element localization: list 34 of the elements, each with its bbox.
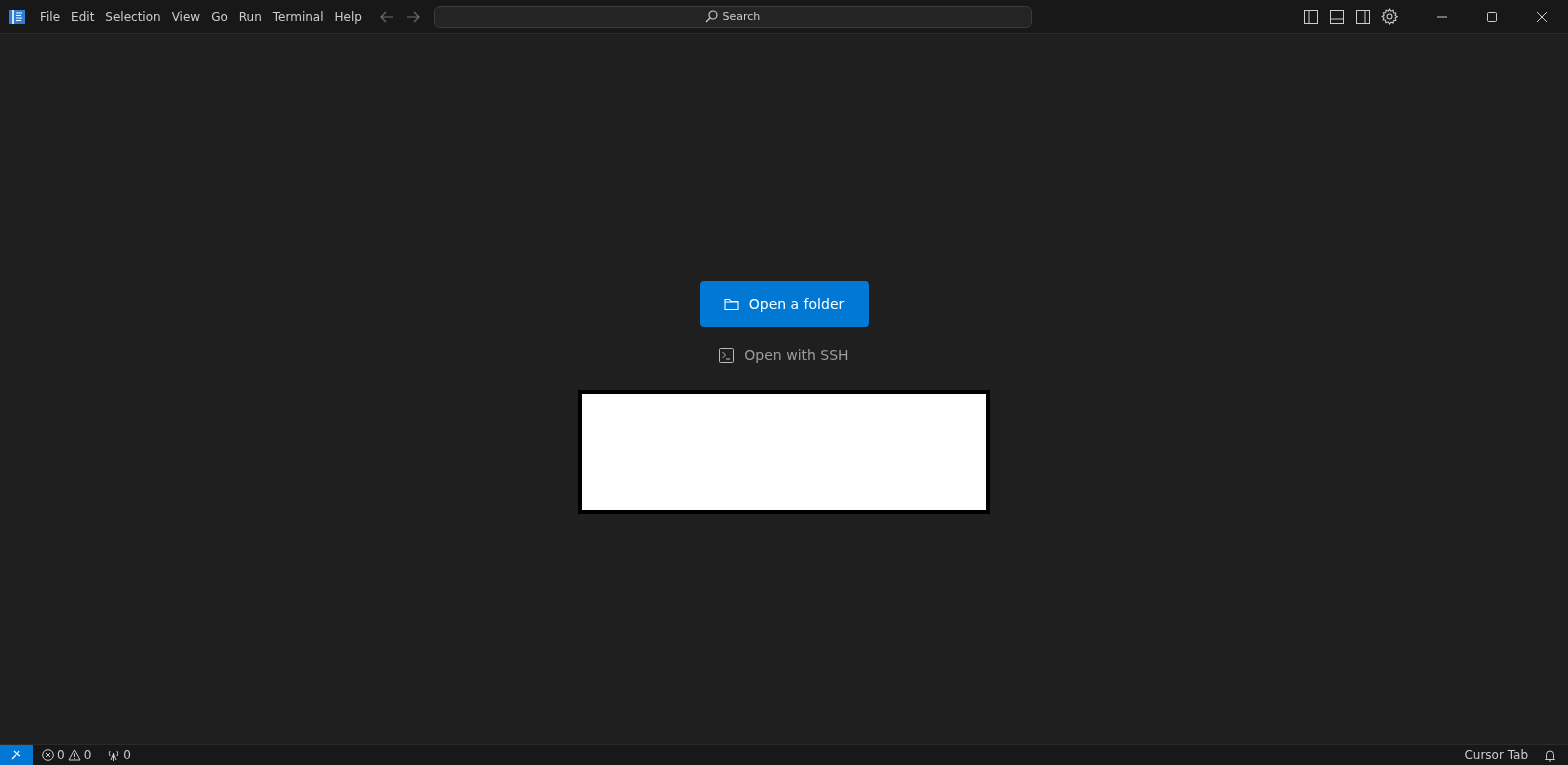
terminal-icon [719, 347, 735, 363]
menu-item[interactable]: Help [329, 5, 367, 28]
app-logo-icon [9, 8, 25, 25]
open-ssh-link[interactable]: Open with SSH [719, 347, 849, 363]
error-count: 0 [57, 748, 65, 762]
search-icon [705, 10, 719, 23]
folder-icon [723, 297, 739, 311]
back-arrow-icon[interactable] [379, 10, 394, 23]
forward-arrow-icon[interactable] [405, 10, 420, 23]
sidebar-right-icon[interactable] [1355, 8, 1371, 25]
cursor-tab-button[interactable]: Cursor Tab [1458, 748, 1534, 762]
error-icon [42, 749, 54, 761]
remote-icon[interactable] [0, 745, 33, 765]
sidebar-left-icon[interactable] [1303, 8, 1319, 25]
problems-indicator[interactable]: 0 0 [34, 748, 100, 762]
menu-item[interactable]: Terminal [267, 5, 329, 28]
open-folder-button[interactable]: Open a folder [699, 281, 869, 327]
menu-item[interactable]: File [35, 5, 66, 28]
close-icon[interactable] [1536, 10, 1548, 23]
antenna-icon [107, 749, 121, 761]
warning-count: 0 [83, 748, 92, 762]
search-field[interactable]: Search [433, 5, 1032, 28]
menu-item[interactable]: Selection [100, 5, 166, 28]
menu-item[interactable]: Run [233, 5, 267, 28]
ports-indicator[interactable]: 0 [99, 748, 139, 762]
menu-item[interactable]: View [166, 5, 206, 28]
maximize-icon[interactable] [1486, 10, 1498, 23]
ports-count: 0 [123, 748, 131, 762]
menu-item[interactable]: Go [206, 5, 233, 28]
warning-icon [67, 749, 81, 761]
bell-icon[interactable] [1544, 748, 1556, 762]
menu-item[interactable]: Edit [66, 5, 100, 28]
panel-bottom-icon[interactable] [1329, 8, 1345, 25]
settings-icon[interactable] [1381, 8, 1398, 25]
